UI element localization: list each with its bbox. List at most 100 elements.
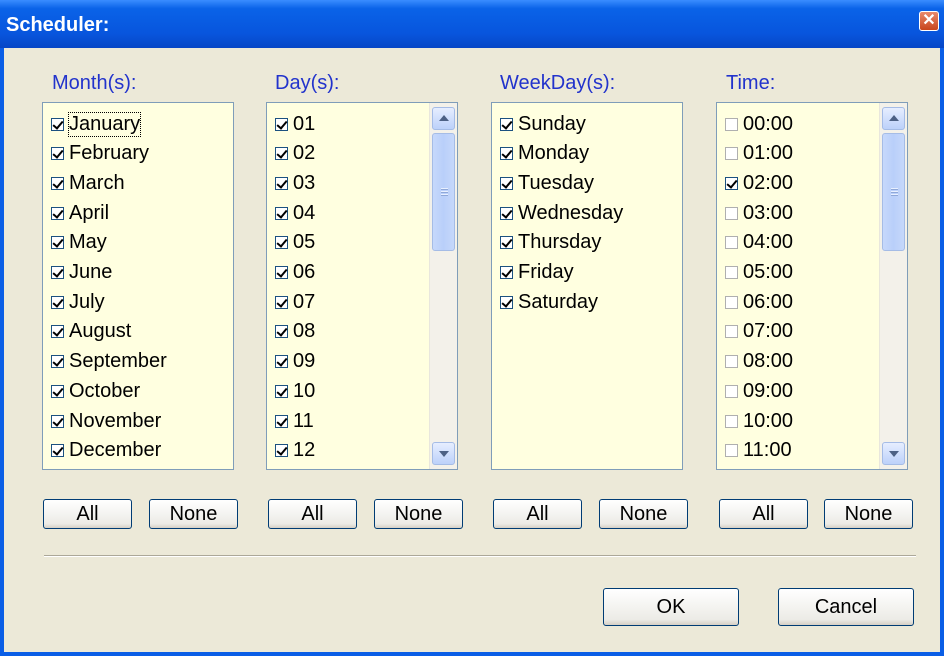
- checkbox-checked[interactable]: [500, 147, 513, 161]
- checkbox-checked[interactable]: [51, 236, 64, 250]
- list-item[interactable]: 03: [275, 169, 315, 197]
- list-item[interactable]: 11:00: [725, 437, 792, 465]
- checkbox-checked[interactable]: [51, 325, 64, 339]
- checkbox-checked[interactable]: [51, 355, 64, 369]
- list-item[interactable]: 10:00: [725, 407, 793, 435]
- checkbox-checked[interactable]: [51, 206, 64, 220]
- list-item[interactable]: 02: [275, 140, 315, 168]
- list-item[interactable]: 00:00: [725, 110, 793, 138]
- list-item[interactable]: March: [51, 169, 125, 197]
- checkbox-checked[interactable]: [725, 176, 738, 190]
- list-item[interactable]: January: [51, 110, 142, 138]
- list-item[interactable]: Friday: [500, 259, 574, 287]
- list-item[interactable]: 06:00: [725, 288, 793, 316]
- list-item[interactable]: 07: [275, 288, 315, 316]
- checkbox-checked[interactable]: [51, 266, 64, 279]
- time-scrollbar[interactable]: [879, 103, 907, 469]
- list-item[interactable]: Monday: [500, 140, 589, 168]
- list-item[interactable]: 01:00: [725, 140, 793, 168]
- checkbox-checked[interactable]: [275, 176, 288, 190]
- list-item[interactable]: October: [51, 377, 140, 405]
- checkbox-checked[interactable]: [500, 236, 513, 250]
- list-item[interactable]: July: [51, 288, 105, 316]
- list-item[interactable]: 05: [275, 229, 315, 257]
- checkbox-unchecked[interactable]: [725, 355, 738, 369]
- months-all-button[interactable]: All: [43, 499, 132, 529]
- checkbox-checked[interactable]: [51, 176, 64, 190]
- time-scroll-down-button[interactable]: [882, 442, 905, 465]
- checkbox-checked[interactable]: [51, 117, 64, 131]
- checkbox-checked[interactable]: [275, 444, 288, 458]
- list-item[interactable]: 09: [275, 348, 315, 376]
- checkbox-checked[interactable]: [500, 206, 513, 220]
- checkbox-checked[interactable]: [275, 295, 288, 309]
- time-none-button[interactable]: None: [824, 499, 913, 529]
- list-item[interactable]: 02:00: [725, 169, 793, 197]
- months-none-button[interactable]: None: [149, 499, 238, 529]
- cancel-button[interactable]: Cancel: [778, 588, 914, 626]
- list-item[interactable]: April: [51, 199, 109, 227]
- checkbox-checked[interactable]: [500, 266, 513, 279]
- list-item[interactable]: 04: [275, 199, 315, 227]
- weekdays-list[interactable]: Sunday Monday Tuesday Wednesday Thursday Frid…: [491, 102, 683, 470]
- checkbox-unchecked[interactable]: [725, 117, 738, 131]
- days-scrollbar[interactable]: [429, 103, 457, 469]
- checkbox-unchecked[interactable]: [725, 147, 738, 161]
- list-item[interactable]: May: [51, 229, 107, 257]
- checkbox-checked[interactable]: [500, 176, 513, 190]
- checkbox-checked[interactable]: [275, 117, 288, 131]
- time-scroll-up-button[interactable]: [882, 107, 905, 130]
- title-bar[interactable]: Scheduler: ✕: [0, 0, 944, 48]
- list-item[interactable]: February: [51, 140, 149, 168]
- checkbox-checked[interactable]: [500, 295, 513, 309]
- weekdays-all-button[interactable]: All: [493, 499, 582, 529]
- list-item[interactable]: 08:00: [725, 348, 793, 376]
- checkbox-checked[interactable]: [275, 355, 288, 369]
- checkbox-unchecked[interactable]: [725, 206, 738, 220]
- list-item[interactable]: Wednesday: [500, 199, 623, 227]
- list-item[interactable]: August: [51, 318, 131, 346]
- checkbox-checked[interactable]: [51, 384, 64, 398]
- close-button[interactable]: ✕: [919, 11, 939, 31]
- list-item[interactable]: 01: [275, 110, 315, 138]
- checkbox-unchecked[interactable]: [725, 414, 738, 428]
- checkbox-unchecked[interactable]: [725, 266, 738, 279]
- ok-button[interactable]: OK: [603, 588, 739, 626]
- days-list[interactable]: 01 02 03 04 05 06 07 08 09 10 11 12: [266, 102, 458, 470]
- checkbox-unchecked[interactable]: [725, 444, 738, 458]
- list-item[interactable]: Saturday: [500, 288, 598, 316]
- checkbox-checked[interactable]: [275, 325, 288, 339]
- time-scroll-thumb[interactable]: [882, 133, 905, 251]
- time-list[interactable]: 00:00 01:00 02:00 03:00 04:00 05:00 06:00 07:00…: [716, 102, 908, 470]
- list-item[interactable]: June: [51, 259, 112, 287]
- list-item[interactable]: December: [51, 437, 161, 465]
- checkbox-unchecked[interactable]: [725, 325, 738, 339]
- checkbox-checked[interactable]: [51, 295, 64, 309]
- time-all-button[interactable]: All: [719, 499, 808, 529]
- days-scroll-down-button[interactable]: [432, 442, 455, 465]
- list-item[interactable]: 09:00: [725, 377, 793, 405]
- checkbox-checked[interactable]: [500, 117, 513, 131]
- days-scroll-up-button[interactable]: [432, 107, 455, 130]
- list-item[interactable]: September: [51, 348, 167, 376]
- checkbox-unchecked[interactable]: [725, 384, 738, 398]
- checkbox-checked[interactable]: [51, 147, 64, 161]
- checkbox-checked[interactable]: [275, 206, 288, 220]
- checkbox-unchecked[interactable]: [725, 236, 738, 250]
- months-list[interactable]: January February March April May June July Augu…: [42, 102, 234, 470]
- checkbox-checked[interactable]: [51, 444, 64, 458]
- checkbox-checked[interactable]: [275, 147, 288, 161]
- checkbox-checked[interactable]: [275, 414, 288, 428]
- list-item[interactable]: Tuesday: [500, 169, 594, 197]
- list-item[interactable]: November: [51, 407, 161, 435]
- days-scroll-thumb[interactable]: [432, 133, 455, 251]
- list-item[interactable]: 07:00: [725, 318, 793, 346]
- list-item[interactable]: 12: [275, 437, 315, 465]
- list-item[interactable]: 04:00: [725, 229, 793, 257]
- list-item[interactable]: 08: [275, 318, 315, 346]
- list-item[interactable]: 11: [275, 407, 314, 435]
- list-item[interactable]: Sunday: [500, 110, 586, 138]
- checkbox-unchecked[interactable]: [725, 295, 738, 309]
- list-item[interactable]: 05:00: [725, 259, 793, 287]
- checkbox-checked[interactable]: [275, 384, 288, 398]
